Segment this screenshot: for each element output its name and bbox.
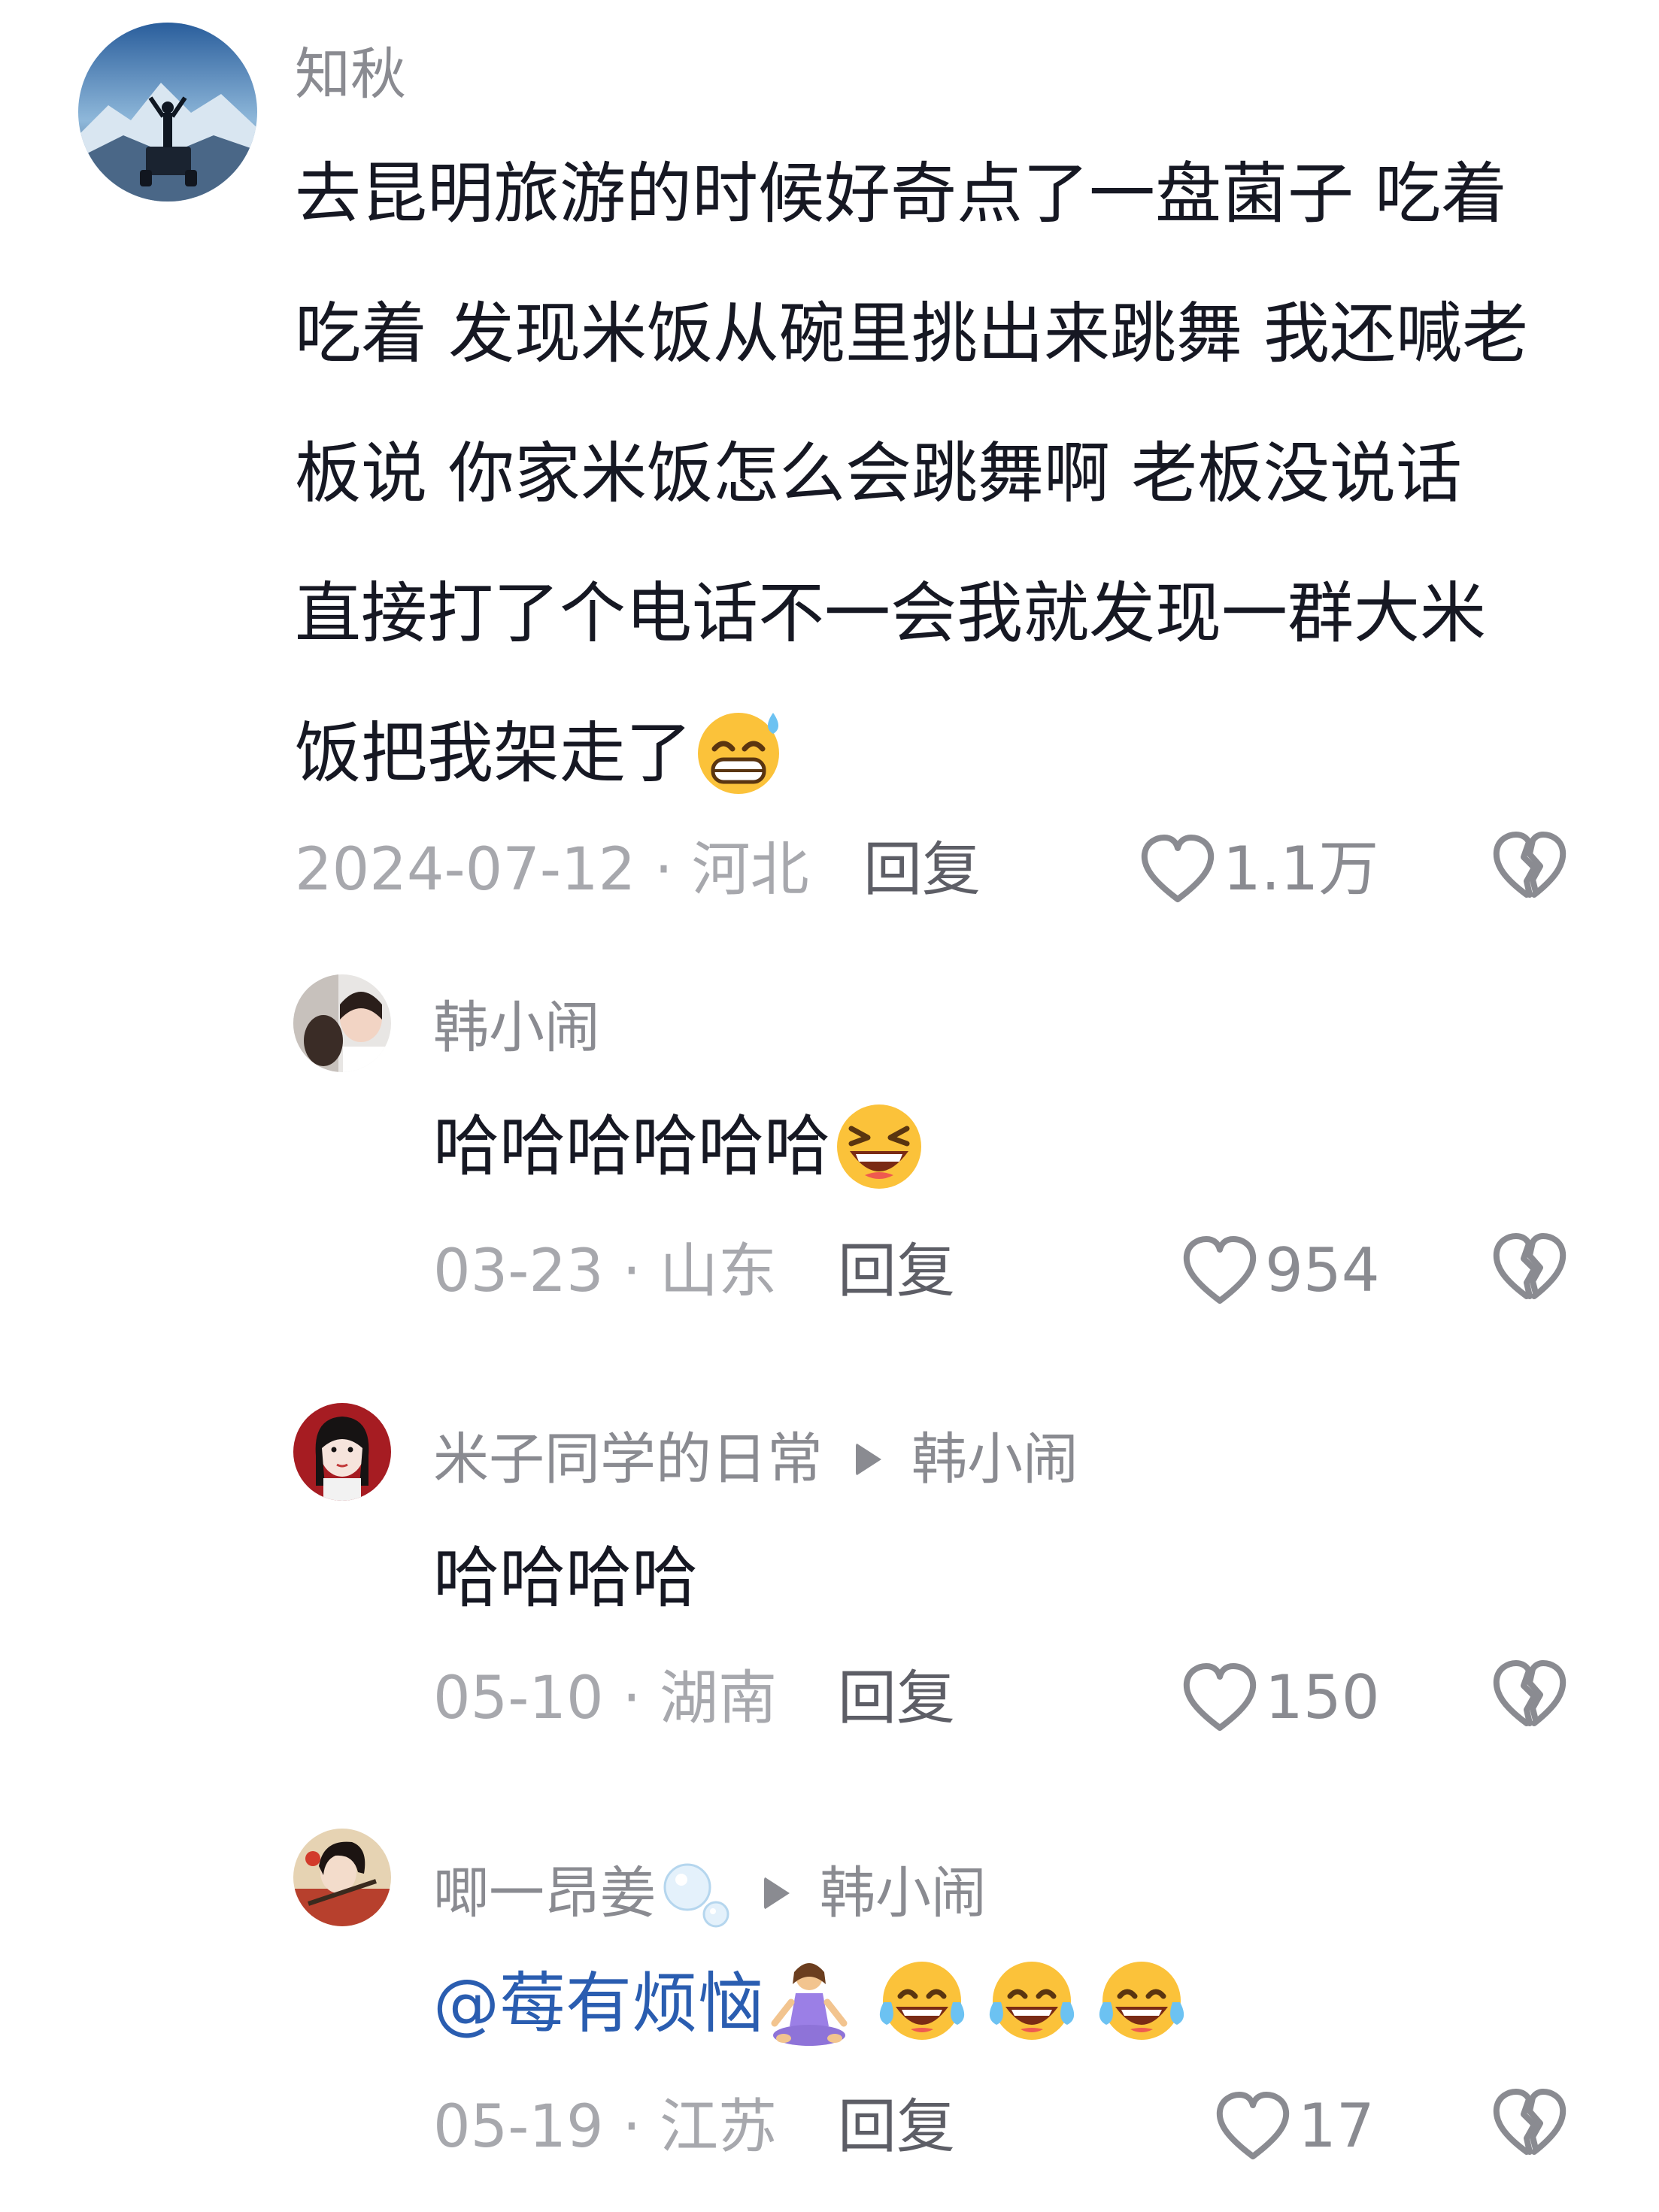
reply-button[interactable]: 回复 (838, 2098, 955, 2156)
like-count: 17 (1298, 2091, 1375, 2161)
tears-of-joy-emoji (862, 1954, 982, 2052)
comment-text: 哈哈哈哈哈哈 (433, 1077, 928, 1217)
comment-text: 去昆明旅游的时候好奇点了一盘菌子 吃着 吃着 发现米饭从碗里挑出来跳舞 我还喊老… (295, 124, 1528, 823)
reply-arrow-icon (856, 1443, 881, 1476)
avatar-image (293, 974, 391, 1072)
mention-link[interactable]: @莓有烦恼 (433, 1965, 764, 2042)
timestamp-location: 2024-07-12 · 河北 (295, 836, 809, 904)
dislike-button[interactable] (1492, 1233, 1567, 1302)
dislike-button[interactable] (1492, 1660, 1567, 1729)
username[interactable]: 韩小闹 (433, 1000, 600, 1056)
dislike-button[interactable] (1492, 2089, 1567, 2158)
broken-heart-icon (1492, 1233, 1567, 1302)
like-count: 954 (1265, 1235, 1380, 1305)
avatar[interactable] (293, 1403, 391, 1501)
heart-icon (1215, 2092, 1291, 2161)
like-count: 1.1万 (1223, 834, 1379, 904)
comment-text-line: 直接打了个电话不一会我就发现一群大米 (295, 574, 1487, 652)
like-button[interactable]: 1.1万 (1140, 832, 1378, 907)
like-button[interactable]: 954 (1182, 1233, 1380, 1308)
comment-text-line: 饭把我架走了 (295, 683, 1528, 823)
like-count: 150 (1265, 1662, 1380, 1732)
meditating-woman-emoji (764, 1954, 854, 2052)
laughing-emoji (830, 1097, 928, 1195)
comment-text: @莓有烦恼 (433, 1934, 1202, 2074)
avatar-image (293, 1829, 391, 1926)
broken-heart-icon (1492, 1660, 1567, 1729)
avatar[interactable] (293, 1829, 391, 1926)
avatar-image (293, 1403, 391, 1501)
username[interactable]: 唧一昂姜 (433, 1865, 656, 1921)
tears-of-joy-emoji (972, 1954, 1092, 2052)
like-button[interactable]: 150 (1182, 1660, 1380, 1735)
comment-text-line: 板说 你家米饭怎么会跳舞啊 老板没说话 (295, 435, 1462, 512)
like-button[interactable]: 17 (1215, 2089, 1375, 2164)
username[interactable]: 米子同学的日常 (433, 1432, 823, 1487)
comment-text-line: 吃着 发现米饭从碗里挑出来跳舞 我还喊老 (295, 295, 1528, 372)
avatar[interactable] (78, 23, 257, 202)
bubbles-emoji (659, 1857, 731, 1929)
broken-heart-icon (1492, 832, 1567, 901)
comment-text: 哈哈哈哈 (433, 1508, 698, 1648)
reply-arrow-icon (764, 1877, 790, 1910)
broken-heart-icon (1492, 2089, 1567, 2158)
comment-text-line: 去昆明旅游的时候好奇点了一盘菌子 吃着 (295, 155, 1507, 232)
comment-text-fragment: 饭把我架走了 (295, 714, 693, 792)
timestamp-location: 05-10 · 湖南 (433, 1665, 778, 1732)
reply-target-username[interactable]: 韩小闹 (820, 1865, 987, 1921)
username-with-reply-target: 米子同学的日常 韩小闹 (433, 1432, 1078, 1487)
timestamp-location: 03-23 · 山东 (433, 1238, 778, 1305)
timestamp-location: 05-19 · 江苏 (433, 2093, 778, 2161)
username-with-reply-target: 唧一昂姜 韩小闹 (433, 1857, 987, 1929)
avatar[interactable] (293, 974, 391, 1072)
comment-text-line: 哈哈哈哈哈哈 (433, 1077, 928, 1217)
comment-text-line: @莓有烦恼 (433, 1934, 1202, 2074)
comment-text-fragment: 哈哈哈哈哈哈 (433, 1108, 831, 1185)
reply-target-username[interactable]: 韩小闹 (911, 1432, 1078, 1487)
avatar-image (78, 23, 257, 202)
heart-icon (1140, 835, 1215, 904)
grin-sweat-emoji (692, 704, 790, 801)
comment-text-line: 哈哈哈哈 (433, 1539, 699, 1617)
heart-icon (1182, 1236, 1257, 1305)
tears-of-joy-emoji (1081, 1954, 1202, 2052)
reply-button[interactable]: 回复 (838, 1242, 955, 1301)
reply-button[interactable]: 回复 (863, 841, 981, 899)
reply-button[interactable]: 回复 (838, 1669, 955, 1728)
username[interactable]: 知秋 (295, 47, 406, 102)
dislike-button[interactable] (1492, 832, 1567, 901)
heart-icon (1182, 1663, 1257, 1732)
